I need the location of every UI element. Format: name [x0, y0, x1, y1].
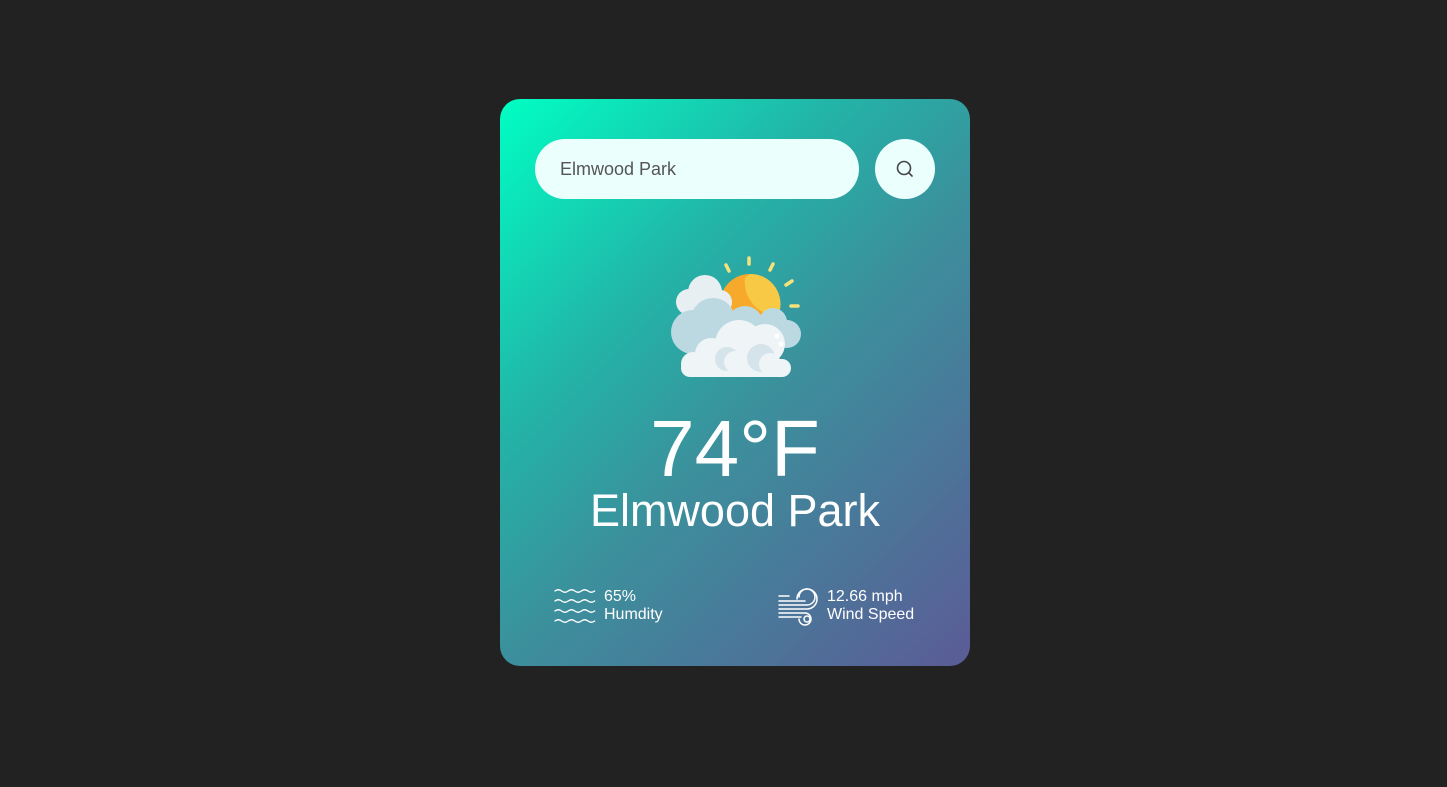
- wind-value: 12.66 mph: [827, 588, 903, 605]
- city-name: Elmwood Park: [589, 485, 881, 536]
- wind-label: Wind Speed: [827, 606, 915, 623]
- search-icon: [895, 159, 915, 179]
- humidity-label: Humdity: [604, 606, 663, 623]
- humidity-detail: 65% Humdity: [554, 586, 663, 626]
- weather-card: 74°F Elmwood Park 65% Humdity: [500, 99, 970, 666]
- partly-cloudy-icon: [665, 254, 805, 379]
- search-bar: [535, 139, 935, 199]
- humidity-waves-icon: [554, 586, 596, 626]
- search-input[interactable]: [535, 139, 859, 199]
- wind-icon: [777, 586, 819, 626]
- wind-detail: 12.66 mph Wind Speed: [777, 586, 914, 626]
- temperature: 74°F: [650, 404, 820, 493]
- search-button[interactable]: [875, 139, 935, 199]
- humidity-value: 65%: [604, 588, 637, 605]
